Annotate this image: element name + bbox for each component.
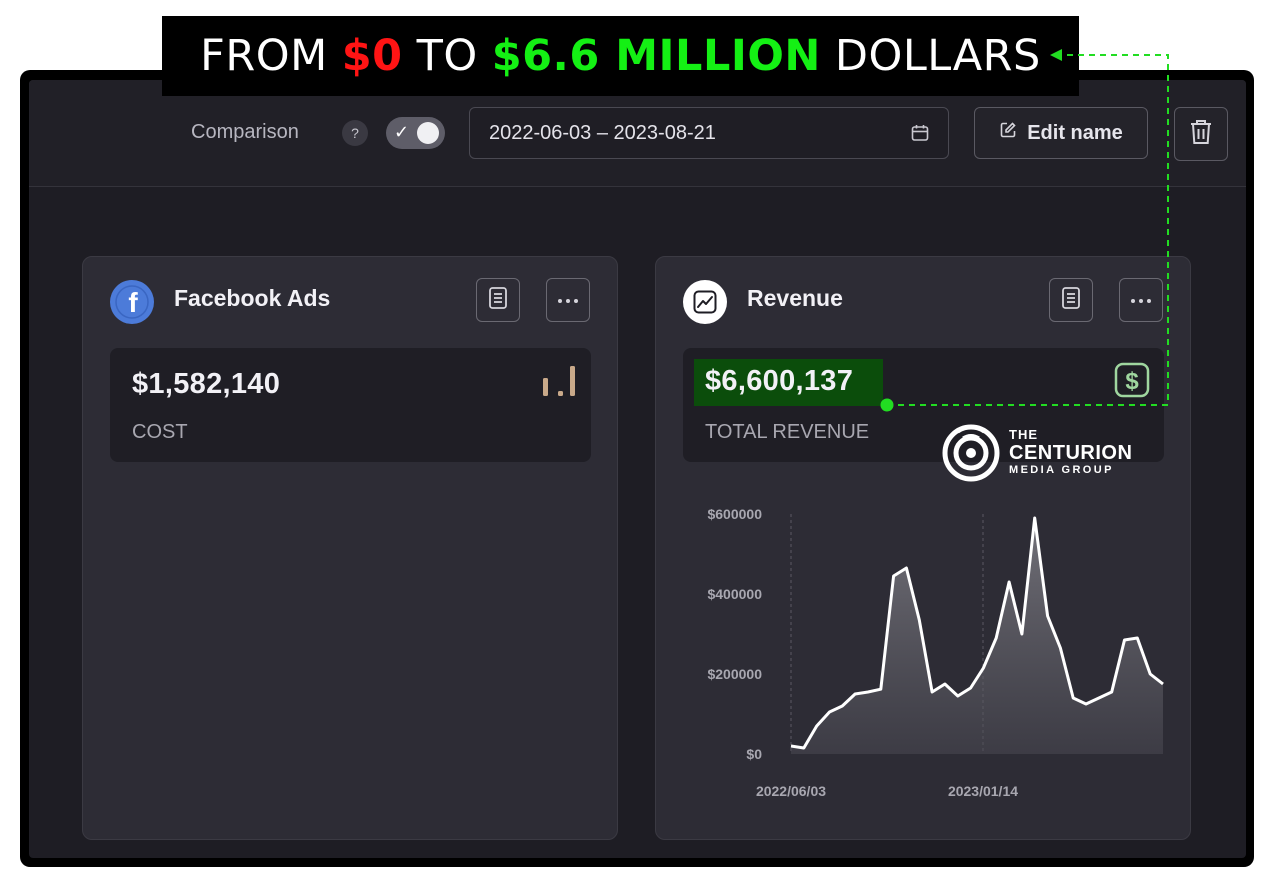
comparison-label: Comparison — [191, 121, 299, 143]
x-tick-label: 2022/06/03 — [756, 783, 826, 799]
facebook-cost-value: $1,582,140 — [132, 368, 281, 400]
banner-from: FROM — [200, 31, 328, 81]
edit-icon — [999, 121, 1017, 145]
centurion-logo-text: THE CENTURION MEDIA GROUP — [1009, 428, 1132, 476]
delete-button[interactable] — [1174, 107, 1228, 161]
x-tick-label: 2023/01/14 — [948, 783, 1018, 799]
y-tick-label: $400000 — [707, 586, 762, 602]
more-horizontal-icon — [1130, 291, 1152, 309]
date-range-value: 2022-06-03 – 2023-08-21 — [489, 122, 716, 144]
revenue-more-button[interactable] — [1119, 278, 1163, 322]
facebook-report-button[interactable] — [476, 278, 520, 322]
date-range-picker[interactable]: 2022-06-03 – 2023-08-21 — [469, 107, 949, 159]
headline-banner: FROM $0 TO $6.6 MILLION DOLLARS — [162, 16, 1079, 96]
y-tick-label: $600000 — [707, 506, 762, 522]
edit-name-label: Edit name — [1027, 121, 1123, 144]
total-revenue-value: $6,600,137 — [705, 365, 854, 397]
document-icon — [488, 286, 508, 315]
banner-start-amount: $0 — [341, 31, 403, 81]
edit-name-button[interactable]: Edit name — [974, 107, 1148, 159]
logo-line-the: THE — [1009, 427, 1038, 442]
facebook-cost-stat: $1,582,140 COST — [110, 348, 591, 462]
y-tick-label: $0 — [746, 746, 762, 762]
calendar-icon — [910, 123, 930, 148]
facebook-more-button[interactable] — [546, 278, 590, 322]
banner-end-amount: $6.6 MILLION — [491, 31, 821, 81]
svg-text:$: $ — [1125, 368, 1139, 395]
help-icon[interactable]: ? — [342, 120, 368, 146]
logo-line-centurion: CENTURION — [1009, 442, 1133, 464]
check-icon: ✓ — [394, 122, 410, 142]
revenue-title: Revenue — [747, 285, 843, 311]
toggle-knob — [417, 122, 439, 144]
banner-to: TO — [416, 31, 478, 81]
revenue-highlight: $6,600,137 — [694, 359, 883, 406]
facebook-ads-card: f Facebook Ads $1,582,140 COST — [82, 256, 618, 840]
facebook-icon: f — [109, 279, 155, 330]
more-horizontal-icon — [557, 291, 579, 309]
y-tick-label: $200000 — [707, 666, 762, 682]
document-icon — [1061, 286, 1081, 315]
svg-text:f: f — [128, 287, 138, 318]
bar-chart-icon — [541, 364, 577, 403]
dollar-icon: $ — [1114, 362, 1150, 403]
total-revenue-label: TOTAL REVENUE — [705, 421, 870, 443]
trash-icon — [1188, 118, 1214, 151]
revenue-area-fill — [791, 518, 1163, 754]
logo-line-media-group: MEDIA GROUP — [1009, 464, 1114, 476]
trend-chart-icon — [682, 279, 728, 330]
facebook-ads-title: Facebook Ads — [174, 285, 331, 311]
centurion-logo-icon — [940, 420, 1002, 487]
banner-dollars: DOLLARS — [834, 31, 1041, 81]
comparison-toggle[interactable]: ✓ — [386, 117, 445, 149]
revenue-report-button[interactable] — [1049, 278, 1093, 322]
facebook-cost-label: COST — [132, 421, 188, 443]
revenue-area-chart: $600000 $400000 $200000 $0 2022/06/03 2023/0… — [707, 506, 1164, 799]
